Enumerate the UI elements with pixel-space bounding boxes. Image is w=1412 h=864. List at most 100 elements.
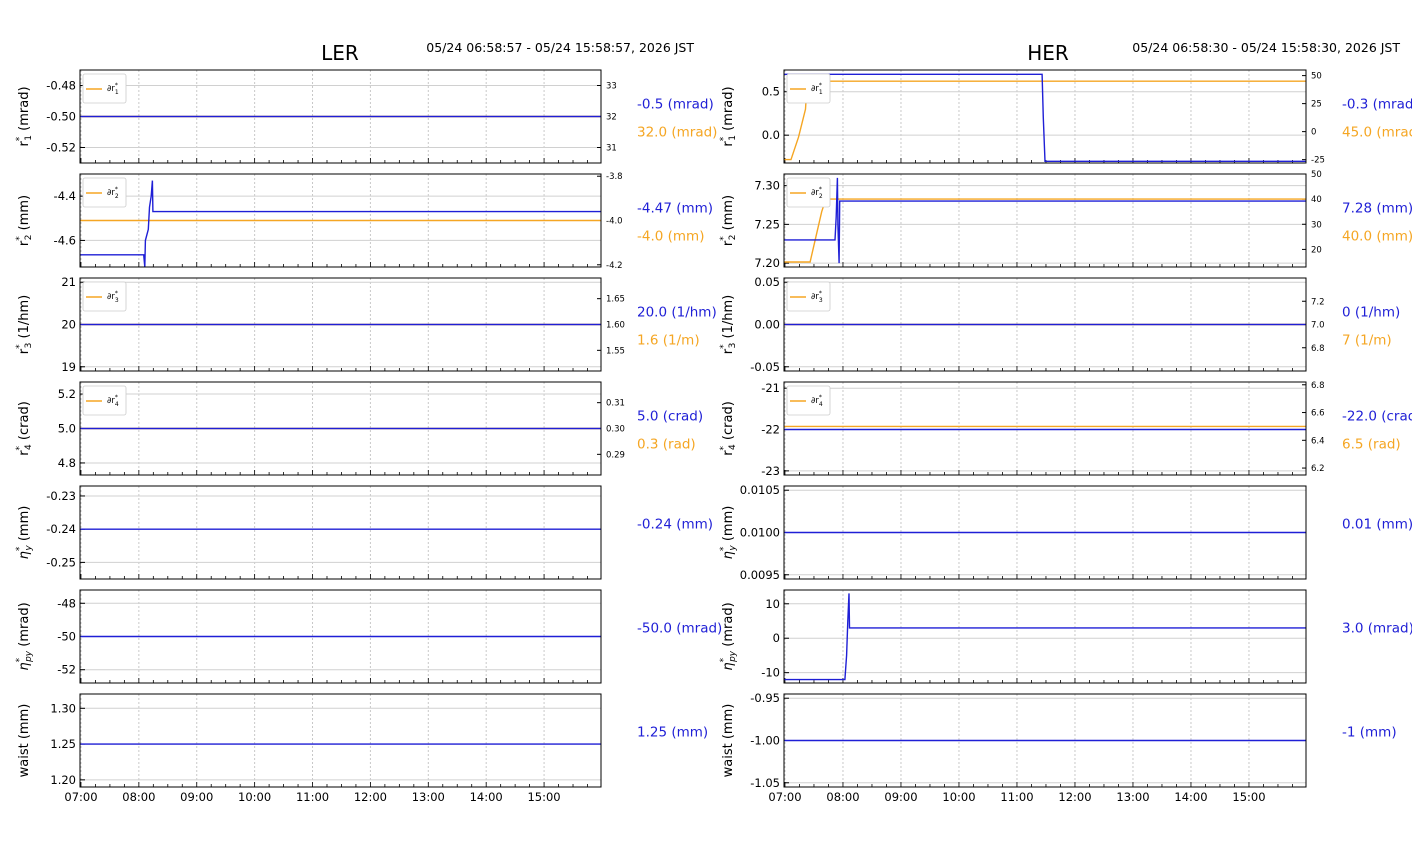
chart-title: HER [1027,41,1069,65]
ytick-label: 20 [61,318,76,332]
ytick-label: 19 [61,360,76,374]
ylabel: η*y (mm) [719,506,738,560]
ylabel: r*1 (mrad) [15,86,34,146]
xtick-label: 15:00 [527,790,560,804]
ytick-label: -22 [761,423,780,437]
ytick-label: -0.25 [46,555,76,569]
y2tick-label: 25 [1311,100,1322,110]
ytick-label: 0.0100 [740,526,780,540]
y2tick-label: 1.60 [606,321,625,331]
y2tick-label: 7.0 [1311,321,1325,331]
current-value: -4.47 (mm) [637,201,713,217]
ytick-label: 0.5 [762,85,780,99]
xtick-label: 14:00 [1174,790,1207,804]
ytick-label: 5.0 [58,422,76,436]
ytick-label: 5.2 [58,387,76,401]
current-value-2: 32.0 (mrad) [637,125,717,141]
ytick-label: 0 [773,631,780,645]
panel-frame [783,173,1307,268]
ytick-label: -4.6 [54,233,76,247]
current-value-2: 0.3 (rad) [637,437,696,453]
y2tick-label: 31 [606,144,617,154]
ylabel: η*y (mm) [15,506,34,560]
xtick-label: 07:00 [64,790,97,804]
current-value: 0 (1/hm) [1342,305,1400,321]
ytick-label: -0.24 [46,522,76,536]
ytick-label: -10 [761,666,780,680]
ytick-label: 7.20 [754,256,780,270]
xtick-label: 07:00 [768,790,801,804]
current-value-2: 45.0 (mrad) [1342,125,1412,141]
ylabel-unit: (crad) [721,401,736,440]
ylabel-unit: (crad) [17,401,32,440]
y2tick-label: 6.2 [1311,464,1325,474]
xtick-label: 14:00 [470,790,503,804]
ytick-label: 1.25 [50,737,76,751]
y2tick-label: 6.6 [1311,409,1325,419]
ytick-label: 0.0 [762,128,780,142]
ylabel-unit: (mm) [17,195,32,230]
current-value: 20.0 (1/hm) [637,305,717,321]
ylabel: r*3 (1/hm) [15,295,34,354]
legend-label: ∂r* 4 [107,394,119,408]
ylabel-unit: (mm) [721,506,736,541]
ytick-label: 0.0105 [740,483,780,497]
y2tick-label: 1.55 [606,346,625,356]
legend-label: ∂r* 1 [107,82,119,96]
ylabel: r*2 (mm) [719,195,738,246]
current-value-2: 40.0 (mm) [1342,229,1412,245]
xtick-label: 10:00 [238,790,271,804]
y2tick-label: 33 [606,82,617,92]
current-value: -22.0 (crad) [1342,409,1412,425]
figure: LER 05/24 06:58:57 - 05/24 15:58:57, 2026… [15,40,1412,804]
y2tick-label: -25 [1311,156,1325,166]
ylabel-unit: (mrad) [17,86,32,130]
ytick-label: -1.00 [750,734,780,748]
legend: ∂r* 1 [786,73,831,104]
panel-2: 21 20 19 1.65 1.60 1.55 ∂r* 3 r*3 (1/hm) 20.0 (1/… [15,275,717,374]
y2tick-label: 0.30 [606,425,625,435]
current-value-2: 1.6 (1/m) [637,333,700,349]
xtick-label: 10:00 [942,790,975,804]
ytick-label: 21 [61,275,76,289]
ytick-label: -21 [761,381,780,395]
panel-4: -0.23 -0.24 -0.25 η*y (mm) -0.24 (mm) [15,485,713,580]
y2tick-label: 30 [1311,220,1322,230]
panel-3: -21 -22 -23 6.8 6.6 6.4 6.2 ∂r* 4 r*4 (crad) -22.0… [719,381,1412,478]
y2tick-label: 7.2 [1311,297,1325,307]
y2tick-label: 40 [1311,195,1322,205]
legend-label: ∂r* 1 [811,82,823,96]
series-blue [784,593,1306,681]
panel-1: -4.4 -4.6 -3.8 -4.0 -4.2 ∂r* 2 r*2 (mm) -4.47 (m… [15,172,713,271]
panel-3: 5.2 5.0 4.8 0.31 0.30 0.29 ∂r* 4 r*4 (crad) 5.0 (… [15,381,703,476]
ytick-label: -52 [57,663,76,677]
current-value: -0.3 (mrad) [1342,97,1412,113]
ytick-label: -50 [57,630,76,644]
ylabel: r*3 (1/hm) [719,295,738,354]
ylabel: η*py (mrad) [719,602,738,670]
ytick-label: 0.0095 [740,568,780,582]
current-value-2: 7 (1/m) [1342,333,1392,349]
current-value: -0.24 (mm) [637,517,713,533]
current-value: 3.0 (mrad) [1342,621,1412,637]
panel-frame [783,381,1307,476]
series-blue [784,73,1306,162]
series-orange [784,198,1306,263]
series-blue [784,177,1306,264]
ytick-label: -0.52 [46,141,76,155]
ylabel: waist (mm) [17,704,32,778]
ytick-label: 7.25 [754,217,780,231]
current-value: 1.25 (mm) [637,725,708,741]
legend-label: ∂r* 4 [811,394,823,408]
panel-frame [79,485,602,580]
current-value: 0.01 (mm) [1342,517,1412,533]
current-value: -1 (mm) [1342,725,1397,741]
ytick-label: 1.20 [50,773,76,787]
ylabel: r*2 (mm) [15,195,34,246]
current-value: 5.0 (crad) [637,409,703,425]
ylabel-unit: (mrad) [721,602,736,646]
xtick-label: 11:00 [1000,790,1033,804]
y2tick-label: 6.8 [1311,381,1325,391]
ylabel: r*4 (crad) [719,401,738,456]
y2tick-label: 1.65 [606,295,625,305]
